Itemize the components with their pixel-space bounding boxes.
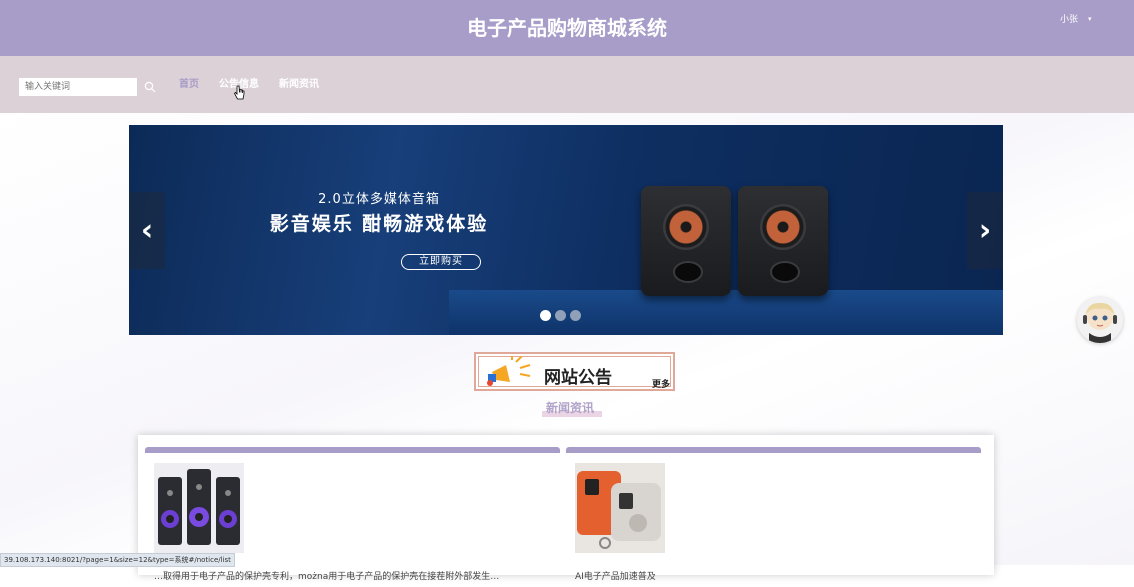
news-card-summary[interactable]: AI电子产品加速普及: [575, 569, 656, 582]
banner-headline: 影音娱乐 酣畅游戏体验: [269, 213, 489, 235]
nav-item-news[interactable]: 新闻资讯: [279, 78, 319, 92]
header: 电子产品购物商城系统 小张 ▾: [0, 0, 1134, 56]
notice-banner[interactable]: 网站公告 更多: [474, 352, 675, 391]
card-header-bar: [566, 447, 981, 453]
speaker-port: [673, 261, 703, 283]
device-image: [575, 463, 665, 553]
speaker-woofer: [760, 204, 806, 250]
megaphone-icon: [487, 356, 531, 386]
news-thumbnail-device[interactable]: [575, 463, 665, 553]
assistant-avatar[interactable]: [1077, 297, 1123, 343]
banner-subtitle: 2.0立体多媒体音箱: [318, 192, 440, 207]
news-card-summary[interactable]: …取得用于电子产品的保护壳专利，można用于电子产品的保护壳在接茬附外部发生…: [154, 569, 499, 582]
news-panel: …取得用于电子产品的保护壳专利，można用于电子产品的保护壳在接茬附外部发生……: [138, 435, 994, 582]
navbar: [0, 56, 1134, 113]
nav-item-home[interactable]: 首页: [179, 78, 199, 92]
search-input[interactable]: [19, 78, 137, 96]
user-menu[interactable]: 小张 ▾: [1060, 12, 1092, 26]
chevron-down-icon[interactable]: ▾: [1088, 15, 1092, 23]
carousel-dot[interactable]: [570, 310, 581, 321]
speaker-image-right: [738, 186, 828, 296]
carousel-dot[interactable]: [555, 310, 566, 321]
carousel-banner[interactable]: 2.0立体多媒体音箱 影音娱乐 酣畅游戏体验 立即购买: [129, 125, 1003, 335]
news-section-title: 新闻资讯: [545, 401, 594, 415]
notice-more-link[interactable]: 更多: [652, 377, 670, 390]
carousel-next-button[interactable]: ›: [967, 192, 1003, 269]
speaker-image-left: [641, 186, 731, 296]
buy-now-button[interactable]: 立即购买: [401, 254, 481, 270]
search-icon[interactable]: [144, 81, 156, 93]
carousel-prev-button[interactable]: ‹: [129, 192, 165, 269]
speaker-port: [770, 261, 800, 283]
hand-cursor-icon: [234, 85, 245, 100]
notice-title: 网站公告: [544, 368, 612, 388]
card-header-bar: [145, 447, 560, 453]
site-title: 电子产品购物商城系统: [467, 16, 667, 40]
carousel-dot[interactable]: [540, 310, 551, 321]
speakers-image: [154, 463, 244, 553]
carousel-indicators: [540, 310, 581, 321]
avatar-face-icon: [1083, 302, 1117, 343]
news-thumbnail-speakers[interactable]: [154, 463, 244, 553]
speaker-woofer: [663, 204, 709, 250]
user-name[interactable]: 小张: [1060, 12, 1078, 25]
banner-stage-graphic: [449, 290, 1003, 335]
